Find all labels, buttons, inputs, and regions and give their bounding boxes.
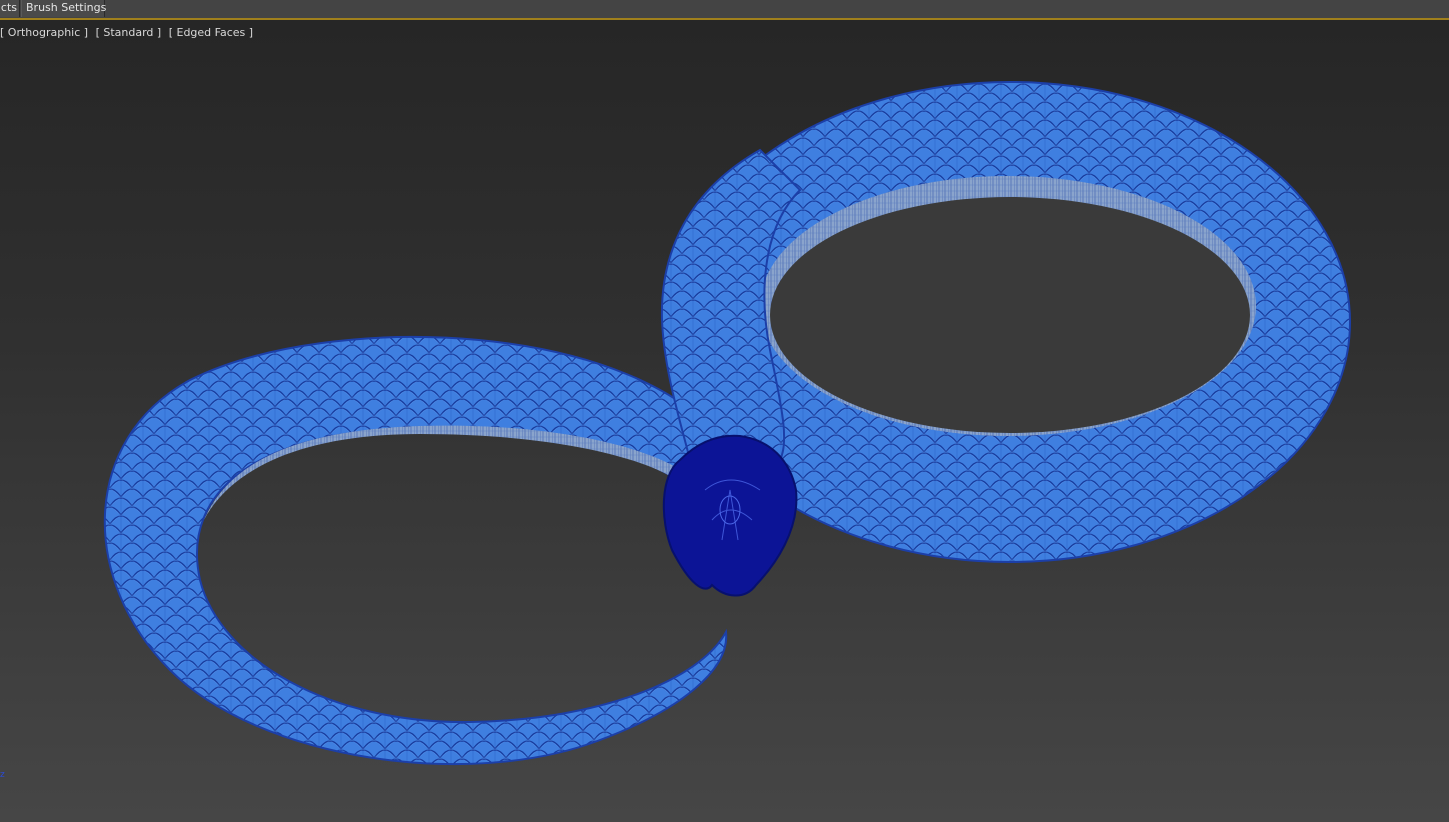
tab-brush-settings[interactable]: Brush Settings (21, 0, 106, 17)
tab-objects[interactable]: cts (0, 0, 20, 17)
perspective-viewport[interactable]: [ Orthographic ] [ Standard ] [ Edged Fa… (0, 20, 1449, 822)
serpent-head (662, 434, 798, 597)
serpent-wireframe-model[interactable] (0, 20, 1449, 822)
axis-gizmo-label: z (0, 770, 5, 780)
command-panel-tabbar: cts Brush Settings (0, 0, 1449, 20)
serpent-body-lower-loop (103, 335, 732, 766)
